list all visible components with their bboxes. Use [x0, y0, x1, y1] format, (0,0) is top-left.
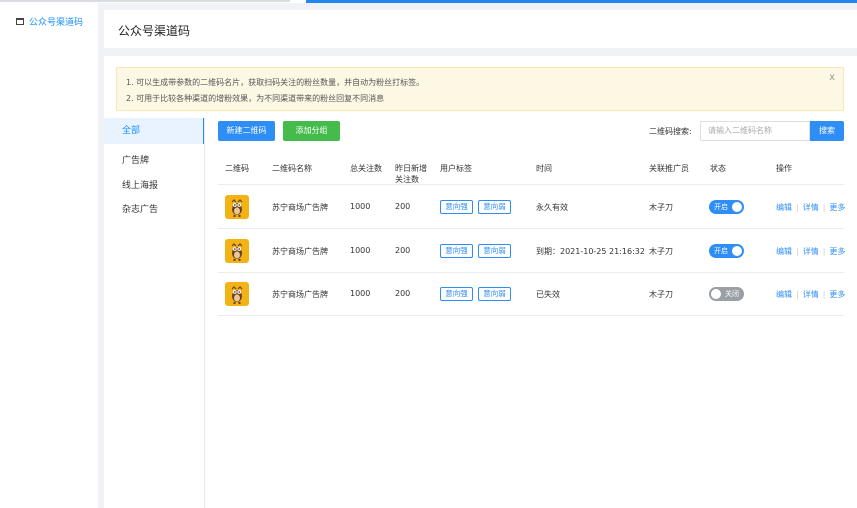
qrcode-thumbnail[interactable] — [225, 282, 249, 306]
row-total: 1000 — [350, 202, 371, 211]
tag-weak[interactable]: 意向弱 — [478, 200, 511, 214]
status-label: 开启 — [714, 203, 728, 211]
left-nav: 公众号渠道码 — [0, 3, 98, 508]
col-header-qr: 二维码 — [225, 164, 249, 173]
more-link[interactable]: 更多 — [829, 247, 845, 256]
new-qrcode-button[interactable]: 新建二维码 — [218, 121, 275, 141]
tag-strong[interactable]: 意向强 — [440, 287, 473, 301]
page-title: 公众号渠道码 — [118, 24, 191, 38]
col-header-ops: 操作 — [776, 164, 792, 173]
col-header-tags: 用户标签 — [440, 164, 472, 173]
row-name: 苏宁商场广告牌 — [272, 247, 328, 256]
qrcode-thumbnail[interactable] — [225, 195, 249, 219]
tag-weak[interactable]: 意向弱 — [478, 244, 511, 258]
row-new: 200 — [395, 289, 411, 298]
notice-line-1: 1. 可以生成带参数的二维码名片，获取扫码关注的粉丝数量，并自动为粉丝打标签。 — [126, 78, 425, 87]
group-item-billboard[interactable]: 广告牌 — [104, 148, 204, 174]
edit-link[interactable]: 编辑 — [776, 290, 792, 299]
owl-mascot-icon — [231, 243, 243, 261]
window-icon — [16, 18, 24, 25]
group-item-online-poster[interactable]: 线上海报 — [104, 173, 204, 199]
detail-link[interactable]: 详情 — [803, 203, 819, 212]
status-toggle[interactable]: 关闭 — [709, 287, 744, 301]
row-name: 苏宁商场广告牌 — [272, 290, 328, 299]
owl-mascot-icon — [231, 199, 243, 217]
row-actions: 编辑 | 详情 | 更多 — [776, 203, 846, 212]
more-link[interactable]: 更多 — [829, 290, 845, 299]
row-total: 1000 — [350, 246, 371, 255]
col-header-name: 二维码名称 — [272, 164, 312, 173]
status-label: 关闭 — [725, 290, 739, 298]
row-promoter: 木子刀 — [649, 203, 673, 212]
row-total: 1000 — [350, 289, 371, 298]
row-new: 200 — [395, 246, 411, 255]
edit-link[interactable]: 编辑 — [776, 247, 792, 256]
col-header-time: 时间 — [536, 164, 552, 173]
notice-banner: 1. 可以生成带参数的二维码名片，获取扫码关注的粉丝数量，并自动为粉丝打标签。 … — [116, 67, 844, 111]
row-name: 苏宁商场广告牌 — [272, 203, 328, 212]
search-label: 二维码搜索: — [649, 127, 692, 136]
row-promoter: 木子刀 — [649, 290, 673, 299]
edit-link[interactable]: 编辑 — [776, 203, 792, 212]
group-item-magazine[interactable]: 杂志广告 — [104, 197, 204, 223]
status-toggle[interactable]: 开启 — [709, 200, 744, 214]
status-toggle[interactable]: 开启 — [709, 244, 744, 258]
more-link[interactable]: 更多 — [829, 203, 845, 212]
detail-link[interactable]: 详情 — [803, 290, 819, 299]
detail-link[interactable]: 详情 — [803, 247, 819, 256]
row-actions: 编辑 | 详情 | 更多 — [776, 247, 846, 256]
row-time: 已失效 — [536, 290, 560, 299]
group-list: 全部 广告牌 线上海报 杂志广告 — [104, 118, 205, 508]
owl-mascot-icon — [231, 286, 243, 304]
status-label: 开启 — [714, 247, 728, 255]
row-time: 永久有效 — [536, 203, 568, 212]
tag-strong[interactable]: 意向强 — [440, 244, 473, 258]
row-new: 200 — [395, 202, 411, 211]
qrcode-thumbnail[interactable] — [225, 239, 249, 263]
row-time: 到期：2021-10-25 21:16:32 — [536, 247, 645, 256]
page-header: 公众号渠道码 — [104, 10, 857, 48]
col-header-promoter: 关联推广员 — [649, 164, 689, 173]
nav-item-channel-code[interactable]: 公众号渠道码 — [16, 15, 83, 28]
row-promoter: 木子刀 — [649, 247, 673, 256]
add-group-button[interactable]: 添加分组 — [283, 121, 340, 141]
search-button[interactable]: 搜索 — [810, 121, 844, 141]
search-input[interactable]: 请输入二维码名称 — [700, 121, 810, 141]
nav-item-label: 公众号渠道码 — [29, 18, 84, 28]
col-header-total: 总关注数 — [350, 164, 382, 173]
col-header-status: 状态 — [710, 164, 726, 173]
notice-line-2: 2. 可用于比较各种渠道的增粉效果，为不同渠道带来的粉丝回复不同消息 — [126, 94, 385, 103]
tag-strong[interactable]: 意向强 — [440, 200, 473, 214]
col-header-new-line1: 昨日新增 — [395, 164, 427, 173]
group-item-all[interactable]: 全部 — [104, 118, 205, 144]
row-actions: 编辑 | 详情 | 更多 — [776, 290, 846, 299]
close-icon[interactable]: x — [829, 72, 835, 83]
tag-weak[interactable]: 意向弱 — [478, 287, 511, 301]
